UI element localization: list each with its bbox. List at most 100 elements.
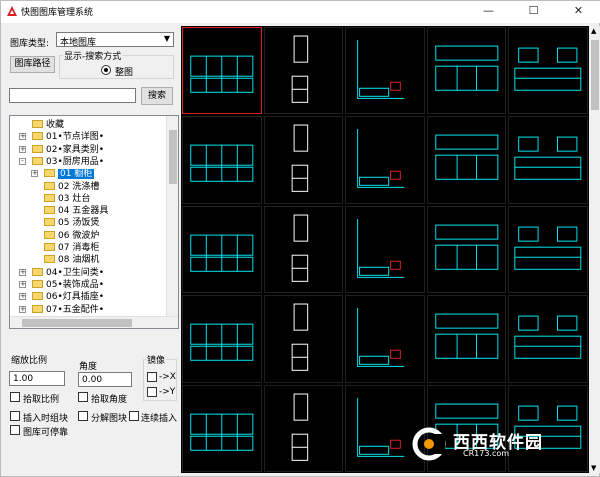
cad-preview [291, 303, 308, 372]
minimize-button[interactable]: — [466, 1, 511, 23]
scale-input[interactable]: 1.00 [9, 371, 65, 386]
thumbnail-cell[interactable] [263, 295, 344, 383]
continuous-insert-checkbox[interactable] [129, 411, 139, 421]
search-input[interactable] [9, 88, 136, 103]
thumbnail-cell[interactable] [182, 205, 262, 294]
angle-input[interactable]: 0.00 [78, 372, 132, 387]
site-watermark: 西西软件园 CR173.com [411, 426, 586, 462]
maximize-button[interactable]: ☐ [511, 1, 556, 23]
mirror-x-checkbox[interactable] [147, 372, 157, 382]
tree-item[interactable]: 08 油烟机 [44, 254, 99, 266]
thumbnail-cell[interactable] [182, 116, 262, 204]
tree-item[interactable]: 03 灶台 [44, 193, 90, 205]
tree-expander-icon[interactable]: + [19, 133, 26, 141]
whole-image-radio-label: 整图 [115, 68, 134, 78]
thumbnail-cell[interactable] [345, 295, 425, 383]
cad-preview [514, 315, 582, 359]
cad-preview [357, 40, 405, 99]
thumbnail-cell[interactable] [345, 27, 425, 115]
chevron-down-icon: ▼ [163, 34, 170, 43]
app-window: 快图图库管理系统 — ☐ ✕ 图库类型: 本地图库 ▼ 显示-搜索方式 整图 图… [0, 0, 600, 477]
close-button[interactable]: ✕ [556, 1, 600, 23]
thumbnail-cell[interactable] [508, 27, 588, 115]
thumbnail-cell[interactable] [263, 116, 344, 204]
tree-expander-icon[interactable]: + [19, 145, 26, 153]
thumbnail-cell[interactable] [426, 27, 507, 115]
window-title: 快图图库管理系统 [21, 8, 94, 18]
tree-item[interactable]: 收藏 [32, 119, 64, 131]
thumbnail-cell[interactable] [182, 27, 262, 115]
tree-horizontal-scrollbar[interactable] [10, 316, 178, 328]
tree-hscroll-thumb[interactable] [22, 319, 132, 327]
cad-preview [190, 323, 254, 361]
folder-icon [44, 243, 55, 251]
thumbnail-cell[interactable] [263, 27, 344, 115]
folder-icon [32, 132, 43, 141]
tree-expander-icon[interactable]: + [19, 268, 26, 276]
continuous-insert-label: 连续插入 [141, 414, 178, 424]
tree-item[interactable]: 01•节点详图• [32, 131, 104, 143]
library-type-select[interactable]: 本地图库 ▼ [56, 32, 174, 48]
tree-item[interactable]: 03•厨房用品• [32, 156, 104, 168]
search-button[interactable]: 搜索 [141, 87, 173, 105]
tree-expander-icon[interactable]: + [19, 280, 26, 288]
thumbnail-cell[interactable] [426, 205, 507, 294]
tree-expander-icon[interactable]: + [31, 170, 38, 178]
tree-item-label: 01 橱柜 [58, 169, 95, 180]
scroll-down-arrow-icon[interactable]: ▼ [591, 464, 596, 472]
pick-angle-checkbox[interactable] [78, 392, 88, 402]
folder-icon [44, 218, 55, 227]
tree-expander-icon[interactable]: + [19, 305, 26, 313]
tree-vertical-scrollbar[interactable] [166, 116, 178, 328]
tree-scroll-thumb[interactable] [169, 130, 177, 184]
explode-block-checkbox[interactable] [78, 411, 88, 421]
folder-icon [44, 255, 55, 264]
tree-item[interactable]: 01 橱柜 [44, 168, 95, 180]
tree-item[interactable]: 04•卫生间类• [32, 267, 104, 279]
tree-expander-icon[interactable]: - [19, 157, 26, 165]
library-path-button[interactable]: 图库路径 [10, 56, 55, 73]
tree-item[interactable]: 06•灯具插座• [32, 291, 104, 303]
tree-item[interactable]: 06 微波炉 [44, 230, 99, 242]
whole-image-radio[interactable] [101, 65, 111, 75]
thumbnail-cell[interactable] [508, 205, 588, 294]
thumbnail-cell[interactable] [263, 205, 344, 294]
thumbnail-cell[interactable] [182, 295, 262, 383]
tree-item[interactable]: 02 洗涤槽 [44, 181, 99, 193]
tree-item[interactable]: 07 消毒柜 [44, 242, 99, 254]
tree-item-label: 06 微波炉 [58, 230, 100, 241]
thumbnail-cell[interactable] [263, 384, 344, 472]
tree-item-label: 07•五金配件• [46, 304, 105, 315]
tree-item[interactable]: 07•五金配件• [32, 304, 104, 316]
pick-scale-checkbox[interactable] [10, 392, 20, 402]
category-tree[interactable]: 收藏 +01•节点详图• +02•家具类别• - 03•厨房用品• +01 橱柜 02 洗涤… [9, 115, 179, 329]
dockable-checkbox[interactable] [10, 425, 20, 435]
tree-item-label: 02 洗涤槽 [58, 181, 100, 192]
tree-item-label: 02•家具类别• [46, 144, 105, 155]
thumbnail-cell[interactable] [426, 116, 507, 204]
tree-expander-icon[interactable]: + [19, 293, 26, 301]
thumbnail-cell[interactable] [182, 384, 262, 472]
tree-item[interactable]: 05•装饰成品• [32, 279, 104, 291]
cad-preview [357, 129, 405, 189]
tree-item[interactable]: 02•家具类别• [32, 144, 104, 156]
folder-icon [44, 206, 55, 215]
tree-item[interactable]: 09•植物景观• [32, 328, 104, 329]
library-type-value: 本地图库 [60, 38, 97, 48]
thumbnail-cell[interactable] [508, 295, 588, 383]
mirror-y-checkbox[interactable] [147, 387, 157, 397]
thumbnail-cell[interactable] [345, 205, 425, 294]
insert-sync-checkbox[interactable] [10, 411, 20, 421]
folder-icon [32, 292, 43, 301]
thumbnail-grid [181, 26, 589, 473]
tree-item[interactable]: 04 五金器具 [44, 205, 108, 217]
cad-preview [514, 136, 582, 181]
thumbnail-cell[interactable] [426, 295, 507, 383]
thumbnail-cell[interactable] [508, 116, 588, 204]
thumbnail-cell[interactable] [345, 116, 425, 204]
grid-vertical-scrollbar[interactable]: ▲ ▼ [589, 26, 600, 473]
scroll-up-arrow-icon[interactable]: ▲ [591, 27, 596, 35]
grid-scroll-thumb[interactable] [591, 40, 599, 110]
tree-item-label: 05•装饰成品• [46, 279, 105, 290]
tree-item[interactable]: 05 汤饭煲 [44, 217, 99, 229]
